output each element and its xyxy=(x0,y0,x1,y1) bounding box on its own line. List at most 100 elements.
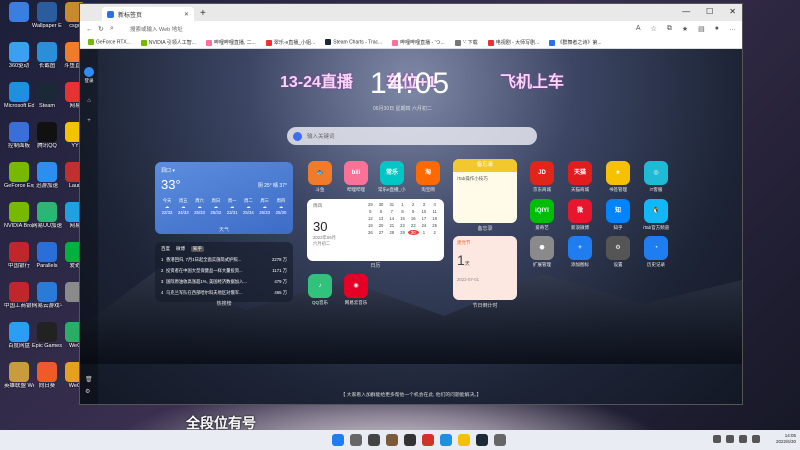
calendar-date[interactable]: 13 xyxy=(376,216,387,221)
app-icon[interactable] xyxy=(386,434,398,446)
desktop-icon[interactable]: 中国工商银行 xyxy=(4,282,34,322)
calendar-date[interactable]: 9 xyxy=(408,209,419,214)
desktop-icon[interactable]: 腾讯QQ xyxy=(32,122,62,162)
address-input[interactable]: 搜索或输入 Web 地址 xyxy=(130,25,636,33)
bookmark-item[interactable]: 电视剧 - 大师写剧... xyxy=(487,39,539,46)
desktop-icon[interactable]: 网易云游戏平台 xyxy=(32,282,62,322)
app-shortcut[interactable]: iQIYI 爱奇艺 xyxy=(528,199,556,231)
search-taskbar-icon[interactable] xyxy=(350,434,362,446)
bookmark-item[interactable]: 翠乐-e直播_小姐... xyxy=(265,39,315,46)
hot-list-row[interactable]: 2 投资者在中国大型保健品一样大量投资... 1171 万 xyxy=(161,268,287,274)
desktop-icon[interactable]: 英雄联盟 WeGame版 xyxy=(4,362,34,402)
weather-widget[interactable]: 洞口 ▾ 33° 阴 25° 晴 37° 今天 ☁ 22/33 周五 ☁ 24/33 周六 ☁… xyxy=(155,162,293,234)
calendar-date[interactable]: 7 xyxy=(386,209,397,214)
countdown-widget[interactable]: 建党节 1天 2022-07-01 xyxy=(453,236,517,300)
app-icon[interactable] xyxy=(404,434,416,446)
back-icon[interactable]: ← xyxy=(86,26,98,33)
desktop-icon[interactable]: 向日葵 xyxy=(32,362,62,402)
app-shortcut[interactable]: 知知乎 xyxy=(604,199,632,231)
desktop-icon[interactable]: Microsoft Edge xyxy=(4,82,34,122)
calendar-date[interactable]: 2 xyxy=(408,202,419,207)
tab-new-tab[interactable]: 新标签页 ✕ xyxy=(102,7,194,21)
hot-list-row[interactable]: 4 乌克兰军队在西部哈尔科夫地区对俄军... 465 万 xyxy=(161,290,287,296)
calendar-date[interactable]: 11 xyxy=(429,209,440,214)
user-avatar-icon[interactable] xyxy=(84,67,94,77)
search-input[interactable]: 输入关键词 xyxy=(307,132,335,140)
search-box[interactable]: 输入关键词 xyxy=(287,127,537,145)
add-icon[interactable]: + xyxy=(80,118,98,124)
new-tab-button[interactable]: + xyxy=(200,8,206,19)
calendar-date[interactable]: 29 xyxy=(397,230,408,235)
app-icon[interactable] xyxy=(458,434,470,446)
app-shortcut[interactable]: 淘淘宝网 xyxy=(414,161,442,193)
hot-tab-active[interactable]: 知乎 xyxy=(191,246,204,252)
desktop-icon[interactable]: 控制面板 xyxy=(4,122,34,162)
app-shortcut[interactable]: ◔ 历史记录 xyxy=(642,236,670,268)
desktop-icon[interactable]: Wallpaper Engine xyxy=(32,2,62,42)
app-shortcut[interactable]: JD 京东商城 xyxy=(528,161,556,193)
app-icon[interactable] xyxy=(494,434,506,446)
calendar-date[interactable]: 23 xyxy=(408,223,419,228)
desktop-icon[interactable]: 360驱动 xyxy=(4,42,34,82)
hot-tab[interactable]: 百度 xyxy=(161,246,170,252)
desktop-icon[interactable]: 迅游加速 xyxy=(32,162,62,202)
minimize-button[interactable]: — xyxy=(682,7,690,16)
calendar-widget[interactable]: 周四 30 2022年06月 六月初二 29 30 31 1 2 3 4 5 6 7 8 9 10 11 1… xyxy=(307,199,444,261)
tray-icon[interactable] xyxy=(726,435,734,443)
calendar-date[interactable]: 8 xyxy=(397,209,408,214)
app-shortcut[interactable]: ⬣ 扩展管理 xyxy=(528,236,556,268)
calendar-date[interactable]: 18 xyxy=(429,216,440,221)
refresh-icon[interactable]: ↻ xyxy=(98,25,110,33)
app-shortcut[interactable]: ◉ 网易云音乐 xyxy=(342,274,370,306)
calendar-date[interactable]: 5 xyxy=(365,209,376,214)
task-view-icon[interactable] xyxy=(368,434,380,446)
calendar-date[interactable]: 19 xyxy=(365,223,376,228)
calendar-date[interactable]: 21 xyxy=(386,223,397,228)
calendar-date[interactable]: 29 xyxy=(365,202,376,207)
weather-city[interactable]: 洞口 ▾ xyxy=(161,167,175,174)
desktop-icon[interactable]: Epic Games Launcher xyxy=(32,322,62,362)
taskbar-clock[interactable]: 14:05 2022/6/30 xyxy=(776,433,796,445)
close-button[interactable]: ✕ xyxy=(729,7,736,16)
calendar-date[interactable]: 3 xyxy=(419,202,430,207)
trash-icon[interactable]: 🗑 xyxy=(85,374,93,386)
app-icon[interactable] xyxy=(422,434,434,446)
tray-icon[interactable] xyxy=(713,435,721,443)
more-icon[interactable]: … xyxy=(729,25,736,33)
calendar-date[interactable]: 6 xyxy=(376,209,387,214)
calendar-date[interactable]: 2 xyxy=(429,230,440,235)
app-shortcut[interactable]: ◎ iT客服 xyxy=(642,161,670,193)
favorite-icon[interactable]: ☆ xyxy=(651,25,657,33)
desktop-icon[interactable]: NVIDIA Broadcast xyxy=(4,202,34,242)
maximize-button[interactable]: ☐ xyxy=(706,7,713,16)
calendar-date[interactable]: 31 xyxy=(386,202,397,207)
wifi-icon[interactable] xyxy=(739,435,747,443)
calendar-date[interactable]: 12 xyxy=(365,216,376,221)
hot-list-row[interactable]: 3 国际原油收高涨超1%, 美国经济数据加入... 479 万 xyxy=(161,279,287,285)
app-shortcut[interactable]: 微新浪微博 xyxy=(566,199,594,231)
hot-tab[interactable]: 微博 xyxy=(176,246,185,252)
calendar-date[interactable]: 27 xyxy=(376,230,387,235)
desktop-icon[interactable]: Steam xyxy=(32,82,62,122)
app-shortcut[interactable]: 常乐常乐e直播_小... xyxy=(378,161,406,193)
desktop-icon[interactable]: Parallels xyxy=(32,242,62,282)
app-shortcut[interactable]: ★ 书签管理 xyxy=(604,161,632,193)
search-engine-icon[interactable] xyxy=(293,131,302,141)
start-icon[interactable] xyxy=(332,434,344,446)
calendar-date[interactable]: 28 xyxy=(386,230,397,235)
bookmark-item[interactable]: Steam Charts - Trac... xyxy=(325,39,382,46)
home-icon[interactable]: ⌂ xyxy=(80,98,98,104)
desktop-icon[interactable] xyxy=(4,2,34,42)
profile-icon[interactable]: ● xyxy=(715,25,719,33)
calendar-date[interactable]: 16 xyxy=(408,216,419,221)
calendar-date[interactable]: 15 xyxy=(397,216,408,221)
bookmark-item[interactable]: 《群舞者之诗》第... xyxy=(549,39,601,46)
app-shortcut[interactable]: 🐟 斗鱼 xyxy=(306,161,334,193)
read-aloud-icon[interactable]: A xyxy=(636,25,641,33)
bookmark-item[interactable]: 哔哩哔哩直播, 二... xyxy=(205,39,256,46)
desktop-icon[interactable]: 长截图 xyxy=(32,42,62,82)
calendar-date[interactable]: 26 xyxy=(365,230,376,235)
bookmark-item[interactable]: 哔哩哔哩直播 - 'つ... xyxy=(392,39,445,46)
extensions-icon[interactable]: ⧉ xyxy=(667,25,672,33)
app-shortcut[interactable]: 🐧 iTab官方频道 xyxy=(642,199,670,231)
